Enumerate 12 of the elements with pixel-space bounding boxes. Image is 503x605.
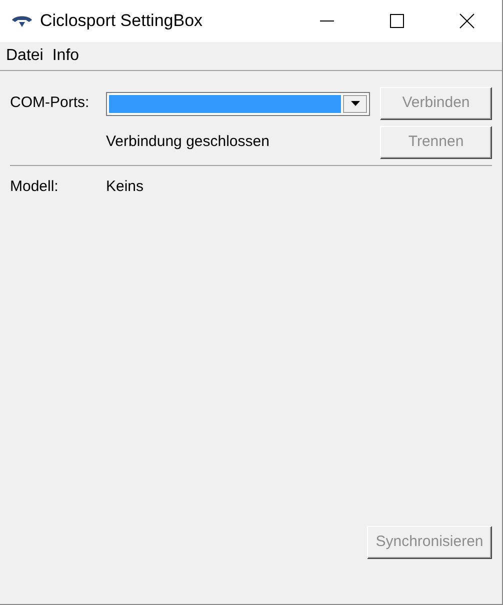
- close-icon[interactable]: [459, 13, 475, 29]
- maximize-icon[interactable]: [389, 13, 405, 29]
- window-title: Ciclosport SettingBox: [40, 10, 203, 32]
- menu-item[interactable]: Datei: [6, 44, 44, 68]
- com-ports-label: COM-Ports:: [10, 93, 90, 114]
- app-logo-icon: [11, 14, 33, 28]
- menu-item[interactable]: Info: [52, 44, 80, 68]
- dropdown-arrow-icon: [350, 101, 360, 106]
- model-value: Keins: [106, 177, 144, 197]
- connection-status: Verbindung geschlossen: [106, 132, 270, 152]
- com-ports-dropdown[interactable]: [106, 92, 370, 116]
- model-label: Modell:: [10, 177, 60, 197]
